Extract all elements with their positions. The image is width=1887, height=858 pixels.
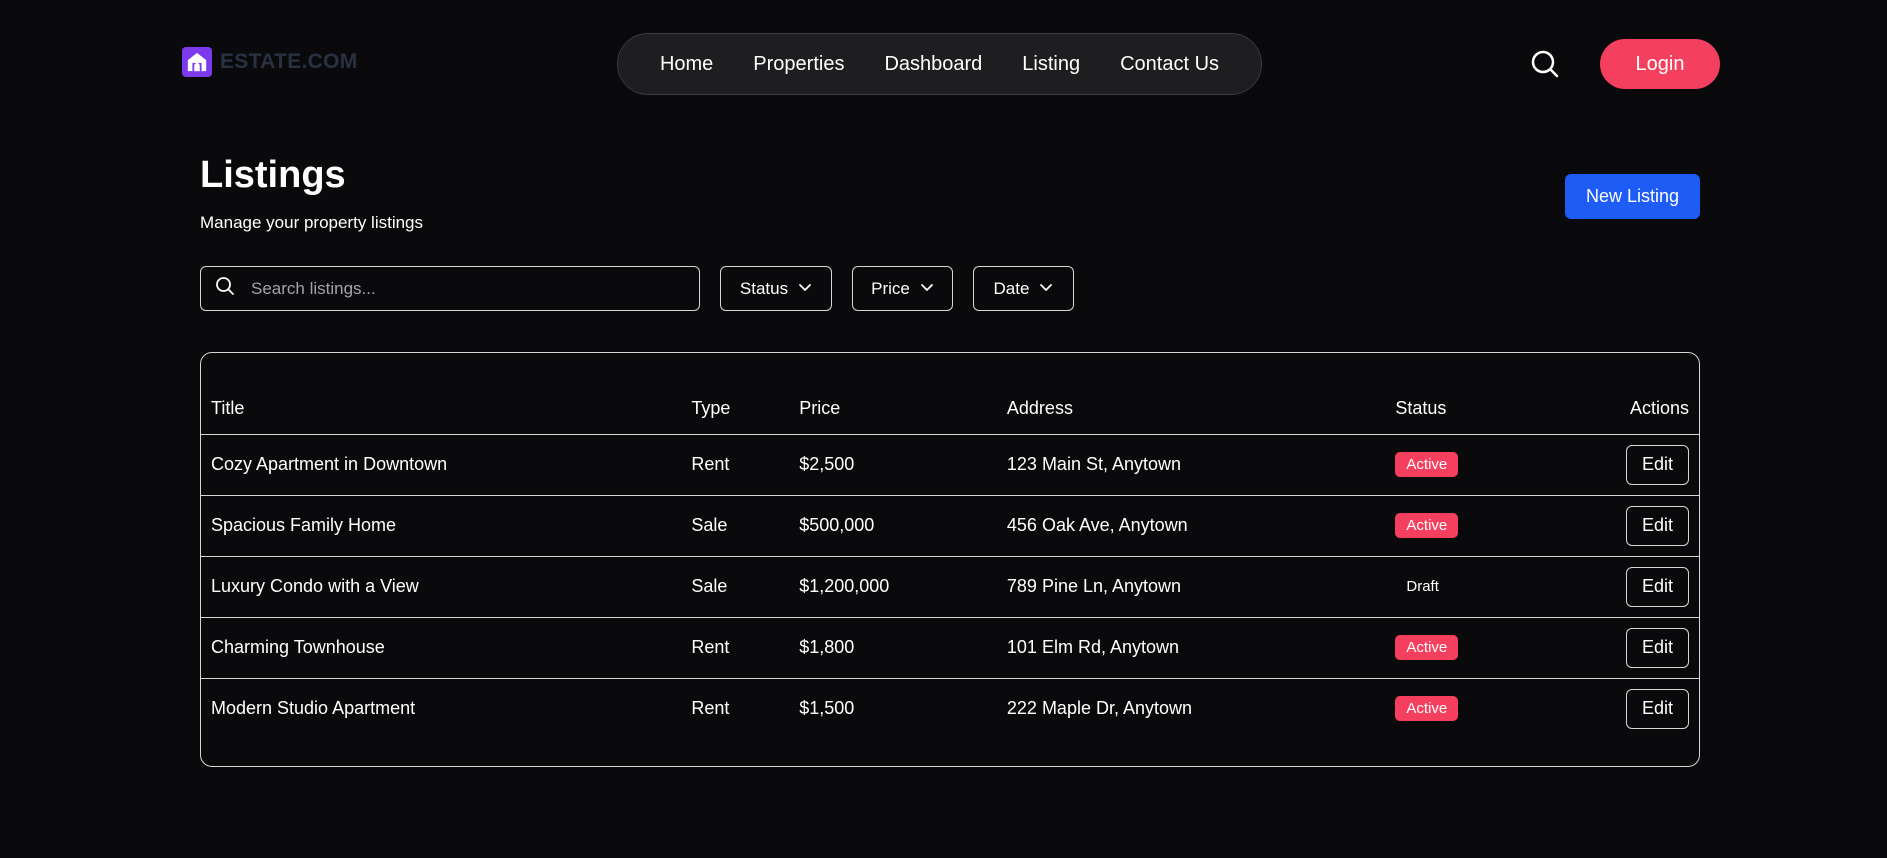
brand-logo[interactable]: ESTATE.COM (182, 47, 358, 77)
listing-status-cell: Active (1385, 494, 1576, 556)
listing-actions-cell: Edit (1575, 616, 1699, 678)
page-title: Listings (200, 154, 346, 196)
listing-title: Luxury Condo with a View (201, 555, 682, 617)
listing-price: $2,500 (799, 454, 855, 474)
column-header-price[interactable]: Price (789, 383, 997, 435)
listing-actions-cell: Edit (1575, 434, 1699, 495)
listing-actions-cell: Edit (1575, 494, 1699, 556)
edit-button[interactable]: Edit (1626, 688, 1689, 729)
status-badge: Active (1395, 635, 1459, 660)
listing-status-cell: Draft (1385, 555, 1576, 617)
column-header-title[interactable]: Title (201, 383, 682, 435)
edit-button[interactable]: Edit (1626, 444, 1689, 485)
column-header-actions: Actions (1575, 383, 1699, 435)
listing-actions-cell: Edit (1575, 555, 1699, 617)
listing-type: Rent (691, 454, 730, 474)
listings-table-card: Title Type Price Address Status Actions … (200, 352, 1700, 767)
listing-price: $1,500 (789, 677, 997, 739)
search-input[interactable] (249, 277, 699, 300)
status-badge: Active (1395, 452, 1459, 477)
main-nav: Home Properties Dashboard Listing Contac… (617, 33, 1262, 95)
nav-item-contact-us[interactable]: Contact Us (1120, 53, 1219, 76)
status-badge: Active (1395, 696, 1459, 722)
listing-actions-cell: Edit (1575, 677, 1699, 739)
site-header: ESTATE.COM Home Properties Dashboard Lis… (0, 0, 1887, 128)
edit-button[interactable]: Edit (1626, 505, 1689, 546)
column-header-type[interactable]: Type (681, 383, 790, 435)
listing-address: 222 Maple Dr, Anytown (996, 677, 1386, 739)
edit-button[interactable]: Edit (1626, 627, 1689, 668)
chevron-down-icon (920, 279, 934, 299)
chevron-down-icon (1039, 279, 1053, 299)
listing-type: Sale (681, 555, 790, 617)
date-filter-dropdown[interactable]: Date (973, 266, 1074, 311)
login-button[interactable]: Login (1600, 39, 1720, 89)
listing-title: Spacious Family Home (201, 494, 682, 556)
listing-address: 456 Oak Ave, Anytown (996, 494, 1386, 556)
listing-type: Rent (681, 616, 790, 678)
status-badge: Draft (1406, 578, 1439, 595)
listing-address: 789 Pine Ln, Anytown (996, 555, 1386, 617)
listings-table: Title Type Price Address Status Actions … (201, 383, 1699, 739)
table-row: Luxury Condo with a View Sale $1,200,000… (201, 555, 1699, 617)
table-header-row: Title Type Price Address Status Actions (201, 383, 1699, 435)
brand-name: ESTATE.COM (220, 50, 358, 73)
search-icon (215, 276, 235, 301)
table-row: Charming Townhouse Rent $1,800 101 Elm R… (201, 616, 1699, 678)
listing-status-cell: Active (1385, 677, 1576, 739)
listing-price: $1,800 (789, 616, 997, 678)
page-subtitle: Manage your property listings (200, 213, 424, 232)
nav-item-home[interactable]: Home (660, 53, 713, 76)
nav-item-dashboard[interactable]: Dashboard (884, 53, 982, 76)
status-filter-label: Status (739, 278, 789, 298)
listing-type: Sale (681, 494, 790, 556)
listing-status-cell: Active (1385, 434, 1575, 495)
listing-price: $1,200,000 (789, 555, 997, 617)
chevron-down-icon (798, 279, 812, 299)
listing-title: Modern Studio Apartment (201, 677, 682, 739)
column-header-status[interactable]: Status (1385, 383, 1576, 435)
table-row: Modern Studio Apartment Rent $1,500 222 … (201, 677, 1699, 739)
table-row: Cozy Apartment in Downtown Rent $2,500 1… (201, 434, 1699, 495)
listing-title: Cozy Apartment in Downtown (211, 454, 448, 474)
nav-item-properties[interactable]: Properties (753, 53, 844, 76)
listing-type: Rent (681, 677, 790, 739)
table-row: Spacious Family Home Sale $500,000 456 O… (201, 494, 1699, 556)
edit-button[interactable]: Edit (1626, 566, 1689, 607)
column-header-address[interactable]: Address (996, 383, 1386, 435)
nav-item-listing[interactable]: Listing (1022, 53, 1080, 76)
date-filter-label: Date (993, 278, 1030, 298)
price-filter-label: Price (871, 278, 910, 298)
listing-status-cell: Active (1385, 616, 1576, 678)
listing-price: $500,000 (789, 494, 997, 556)
search-listings-field[interactable] (200, 266, 700, 311)
listing-title: Charming Townhouse (201, 616, 682, 678)
price-filter-dropdown[interactable]: Price (852, 266, 953, 311)
search-icon[interactable] (1530, 49, 1560, 79)
status-filter-dropdown[interactable]: Status (720, 266, 832, 311)
status-badge: Active (1395, 513, 1459, 538)
new-listing-button[interactable]: New Listing (1565, 174, 1700, 219)
house-icon (182, 47, 212, 77)
listing-address: 101 Elm Rd, Anytown (996, 616, 1386, 678)
listing-address: 123 Main St, Anytown (1006, 454, 1182, 474)
